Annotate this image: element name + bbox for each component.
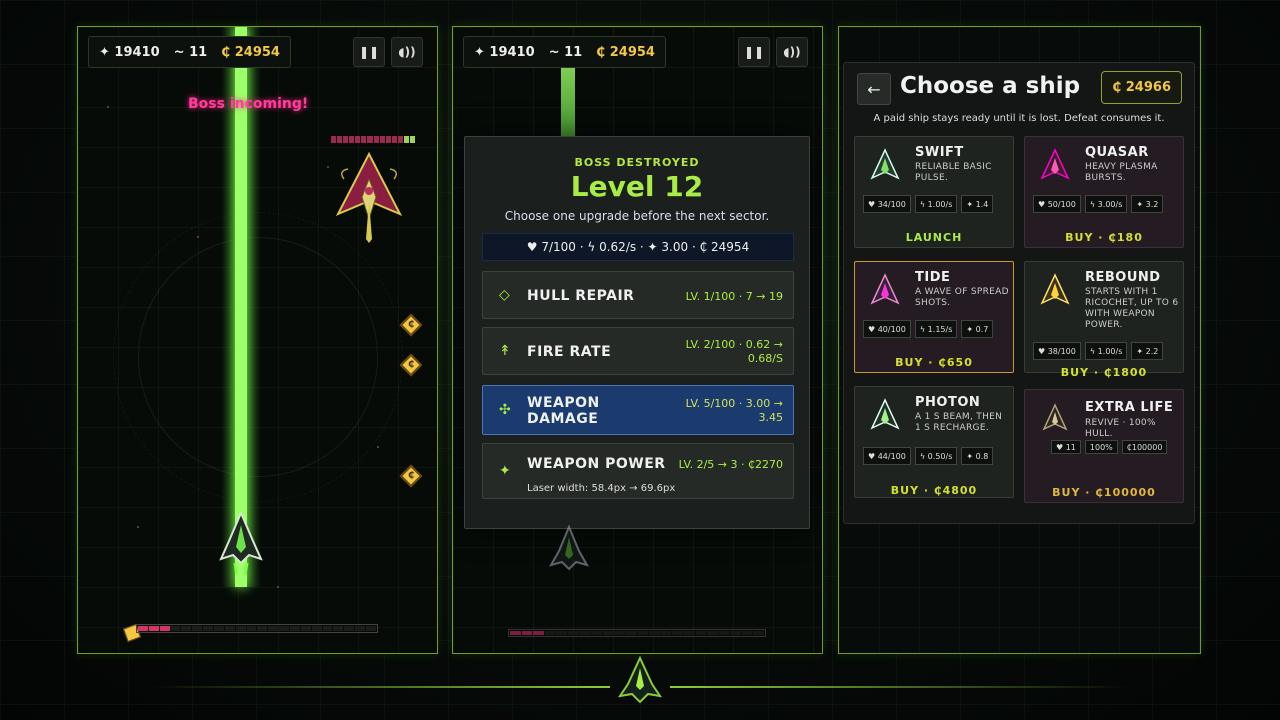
- upgrade-weapon-power[interactable]: ✦ WEAPON POWER LV. 2/5 → 3 · ₵2270 Laser…: [482, 443, 794, 499]
- pause-button[interactable]: ❚❚: [738, 37, 770, 67]
- pause-button[interactable]: ❚❚: [353, 37, 385, 67]
- sector-progress-bar: [508, 629, 766, 637]
- buy-button[interactable]: BUY · ₵100000: [1025, 486, 1183, 499]
- score-value: ✦ 19410: [99, 44, 160, 60]
- ship-desc: REVIVE · 100% HULL.: [1085, 418, 1156, 439]
- ship-stats: ♥ 40/100 ϟ 1.15/s ✦ 0.7: [863, 320, 994, 338]
- shop-title: Choose a ship: [900, 73, 1081, 99]
- ship-card-quasar[interactable]: QUASAR HEAVY PLASMA BURSTS. ♥ 50/100 ϟ 3…: [1024, 136, 1184, 248]
- ship-select-panel[interactable]: ← Choose a ship ₵ 24966 A paid ship stay…: [838, 26, 1201, 654]
- ship-shop: ← Choose a ship ₵ 24966 A paid ship stay…: [843, 62, 1195, 524]
- sector-progress-bar: [136, 624, 378, 633]
- ship-name: TIDE: [915, 270, 951, 285]
- ship-stats: ♥ 38/100 ϟ 1.00/s ✦ 2.2: [1033, 342, 1164, 360]
- shop-coins: ₵ 24966: [1101, 71, 1182, 104]
- launch-button[interactable]: LAUNCH: [855, 231, 1013, 244]
- wave-value: ~ 11: [173, 44, 208, 60]
- ship-swift-icon: [865, 147, 905, 187]
- ship-desc: A WAVE OF SPREAD SHOTS.: [915, 287, 1009, 308]
- buy-button[interactable]: BUY · ₵650: [855, 356, 1013, 369]
- ship-name: SWIFT: [915, 145, 964, 160]
- buy-button[interactable]: BUY · ₵4800: [855, 484, 1013, 497]
- boss-alert: Boss incoming!: [188, 96, 309, 112]
- upgrade-panel[interactable]: ✦ 19410 ~ 11 ₵ 24954 ❚❚ ◖)) BOSS DESTROY…: [452, 26, 823, 654]
- ship-quasar-icon: [1035, 147, 1075, 187]
- ship-name: PHOTON: [915, 395, 981, 410]
- pause-icon: ❚❚: [743, 45, 765, 59]
- wave-value: ~ 11: [548, 44, 583, 60]
- boss-health-bar: [331, 136, 416, 143]
- diamond-icon: ◇: [499, 287, 510, 303]
- buy-button[interactable]: BUY · ₵180: [1025, 231, 1183, 244]
- back-button[interactable]: ←: [857, 73, 891, 105]
- star-icon: ✦: [499, 463, 511, 479]
- gameplay-panel[interactable]: ✦ 19410 ~ 11 ₵ 24954 ❚❚ ◖)) Boss incomin…: [77, 26, 438, 654]
- sound-button[interactable]: ◖)): [391, 37, 423, 67]
- ship-card-rebound[interactable]: REBOUND STARTS WITH 1 RICOCHET, UP TO 6 …: [1024, 261, 1184, 379]
- upgrade-name: WEAPON DAMAGE: [527, 395, 600, 427]
- player-ship: [548, 524, 590, 581]
- footer-line-right: [670, 686, 1130, 688]
- ship-tide-icon: [865, 272, 905, 312]
- ship-name: QUASAR: [1085, 145, 1149, 160]
- ship-card-swift[interactable]: SWIFT RELIABLE BASIC PULSE. ♥ 34/100 ϟ 1…: [854, 136, 1014, 248]
- speaker-icon: ◖)): [783, 45, 801, 59]
- ship-photon-icon: [865, 397, 905, 437]
- ship-desc: HEAVY PLASMA BURSTS.: [1085, 162, 1158, 183]
- hud-stats: ✦ 19410 ~ 11 ₵ 24954: [463, 36, 666, 68]
- player-ship: [219, 510, 263, 581]
- upgrade-level: LV. 1/100 · 7 → 19: [685, 290, 783, 303]
- ship-extra-life-icon: [1035, 400, 1075, 440]
- boss-ship: [334, 149, 404, 248]
- sound-button[interactable]: ◖)): [776, 37, 808, 67]
- ship-stats: ♥ 11 100% ₵100000: [1051, 440, 1168, 454]
- ship-name: EXTRA LIFE: [1085, 400, 1174, 415]
- ship-stats: ♥ 50/100 ϟ 3.00/s ✦ 3.2: [1033, 195, 1164, 213]
- ship-desc: A 1 S BEAM, THEN 1 S RECHARGE.: [915, 412, 1003, 433]
- player-stats: ♥ 7/100 · ϟ 0.62/s · ✦ 3.00 · ₵ 24954: [482, 233, 794, 261]
- ship-stats: ♥ 44/100 ϟ 0.50/s ✦ 0.8: [863, 447, 994, 465]
- upgrade-hull-repair[interactable]: ◇ HULL REPAIR LV. 1/100 · 7 → 19: [482, 271, 794, 319]
- coins-value: ₵ 24954: [221, 44, 280, 60]
- upgrade-modal: BOSS DESTROYED Level 12 Choose one upgra…: [464, 136, 810, 529]
- upgrade-name: HULL REPAIR: [527, 288, 635, 304]
- modal-subtitle: Choose one upgrade before the next secto…: [504, 209, 770, 223]
- upgrade-level: LV. 2/5 → 3 · ₵2270: [678, 458, 783, 471]
- ship-name: REBOUND: [1085, 270, 1161, 285]
- modal-kicker: BOSS DESTROYED: [574, 156, 700, 169]
- buy-button[interactable]: BUY · ₵1800: [1025, 366, 1183, 379]
- upgrade-name: FIRE RATE: [527, 344, 612, 360]
- level-title: Level 12: [570, 170, 704, 203]
- logo-ship-icon: [617, 655, 663, 712]
- upgrade-weapon-damage[interactable]: ✣ WEAPON DAMAGE LV. 5/100 · 3.00 → 3.45: [482, 385, 794, 435]
- ship-card-photon[interactable]: PHOTON A 1 S BEAM, THEN 1 S RECHARGE. ♥ …: [854, 386, 1014, 498]
- ship-desc: STARTS WITH 1 RICOCHET, UP TO 6 WITH WEA…: [1085, 287, 1179, 330]
- upgrade-note: Laser width: 58.4px → 69.6px: [527, 483, 676, 494]
- upgrade-fire-rate[interactable]: ↟ FIRE RATE LV. 2/100 · 0.62 → 0.68/S: [482, 327, 794, 375]
- speaker-icon: ◖)): [398, 45, 416, 59]
- footer-line-left: [150, 686, 610, 688]
- arrow-up-icon: ↟: [499, 343, 511, 359]
- ship-card-extra-life[interactable]: EXTRA LIFE REVIVE · 100% HULL. ♥ 11 100%…: [1024, 389, 1184, 503]
- crosshair-icon: ✣: [499, 402, 511, 418]
- pause-icon: ❚❚: [358, 45, 380, 59]
- ship-rebound-icon: [1035, 272, 1075, 312]
- coins-value: ₵ 24954: [596, 44, 655, 60]
- ship-desc: RELIABLE BASIC PULSE.: [915, 162, 992, 183]
- score-value: ✦ 19410: [474, 44, 535, 60]
- ship-stats: ♥ 34/100 ϟ 1.00/s ✦ 1.4: [863, 195, 994, 213]
- upgrade-name: WEAPON POWER: [527, 456, 666, 472]
- hud-stats: ✦ 19410 ~ 11 ₵ 24954: [88, 36, 291, 68]
- arrow-left-icon: ←: [867, 79, 881, 99]
- upgrade-level: LV. 5/100 · 3.00 → 3.45: [685, 397, 783, 424]
- ship-card-tide[interactable]: TIDE A WAVE OF SPREAD SHOTS. ♥ 40/100 ϟ …: [854, 261, 1014, 373]
- laser-beam: [561, 67, 575, 147]
- upgrade-level: LV. 2/100 · 0.62 → 0.68/S: [685, 338, 783, 365]
- shop-note: A paid ship stays ready until it is lost…: [873, 113, 1165, 124]
